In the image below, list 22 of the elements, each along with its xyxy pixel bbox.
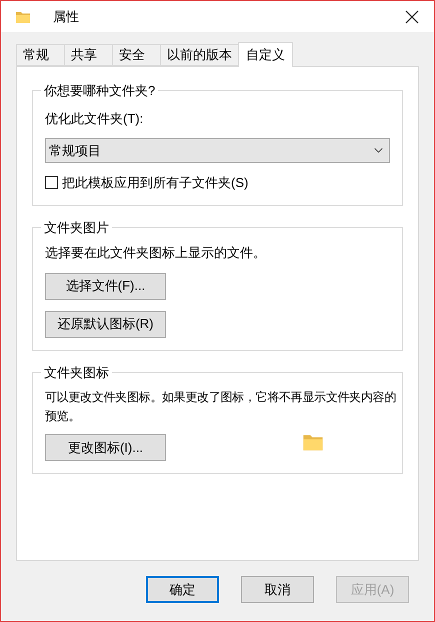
tab[interactable]: 安全 bbox=[112, 44, 160, 66]
action-button[interactable]: 还原默认图标(R) bbox=[45, 310, 166, 338]
dropdown[interactable]: 常规项目 bbox=[45, 138, 390, 163]
action-button[interactable]: 更改图标(I)... bbox=[45, 434, 166, 461]
group-title: 文件夹图标 bbox=[43, 364, 110, 382]
tab[interactable]: 自定义 bbox=[238, 42, 293, 67]
group-title: 文件夹图片 bbox=[43, 218, 110, 236]
tab[interactable]: 共享 bbox=[64, 44, 112, 66]
dialog-button[interactable]: 取消 bbox=[241, 576, 314, 603]
close-icon[interactable] bbox=[404, 8, 420, 24]
field-label: 优化此文件夹(T): bbox=[45, 110, 144, 128]
tab[interactable]: 以前的版本 bbox=[160, 44, 238, 66]
group-title: 你想要哪种文件夹? bbox=[43, 82, 156, 100]
description: 可以更改文件夹图标。如果更改了图标，它将不再显示文件夹内容的预览。 bbox=[45, 389, 398, 425]
window-title: 属性 bbox=[53, 8, 79, 26]
description: 选择要在此文件夹图标上显示的文件。 bbox=[45, 244, 267, 262]
action-button[interactable]: 选择文件(F)... bbox=[45, 272, 166, 300]
chevron-down-icon bbox=[374, 148, 383, 153]
checkbox-label: 把此模板应用到所有子文件夹(S) bbox=[62, 174, 248, 192]
checkbox[interactable] bbox=[45, 176, 58, 190]
dialog-button[interactable]: 确定 bbox=[146, 576, 219, 603]
tab[interactable]: 常规 bbox=[16, 44, 64, 66]
